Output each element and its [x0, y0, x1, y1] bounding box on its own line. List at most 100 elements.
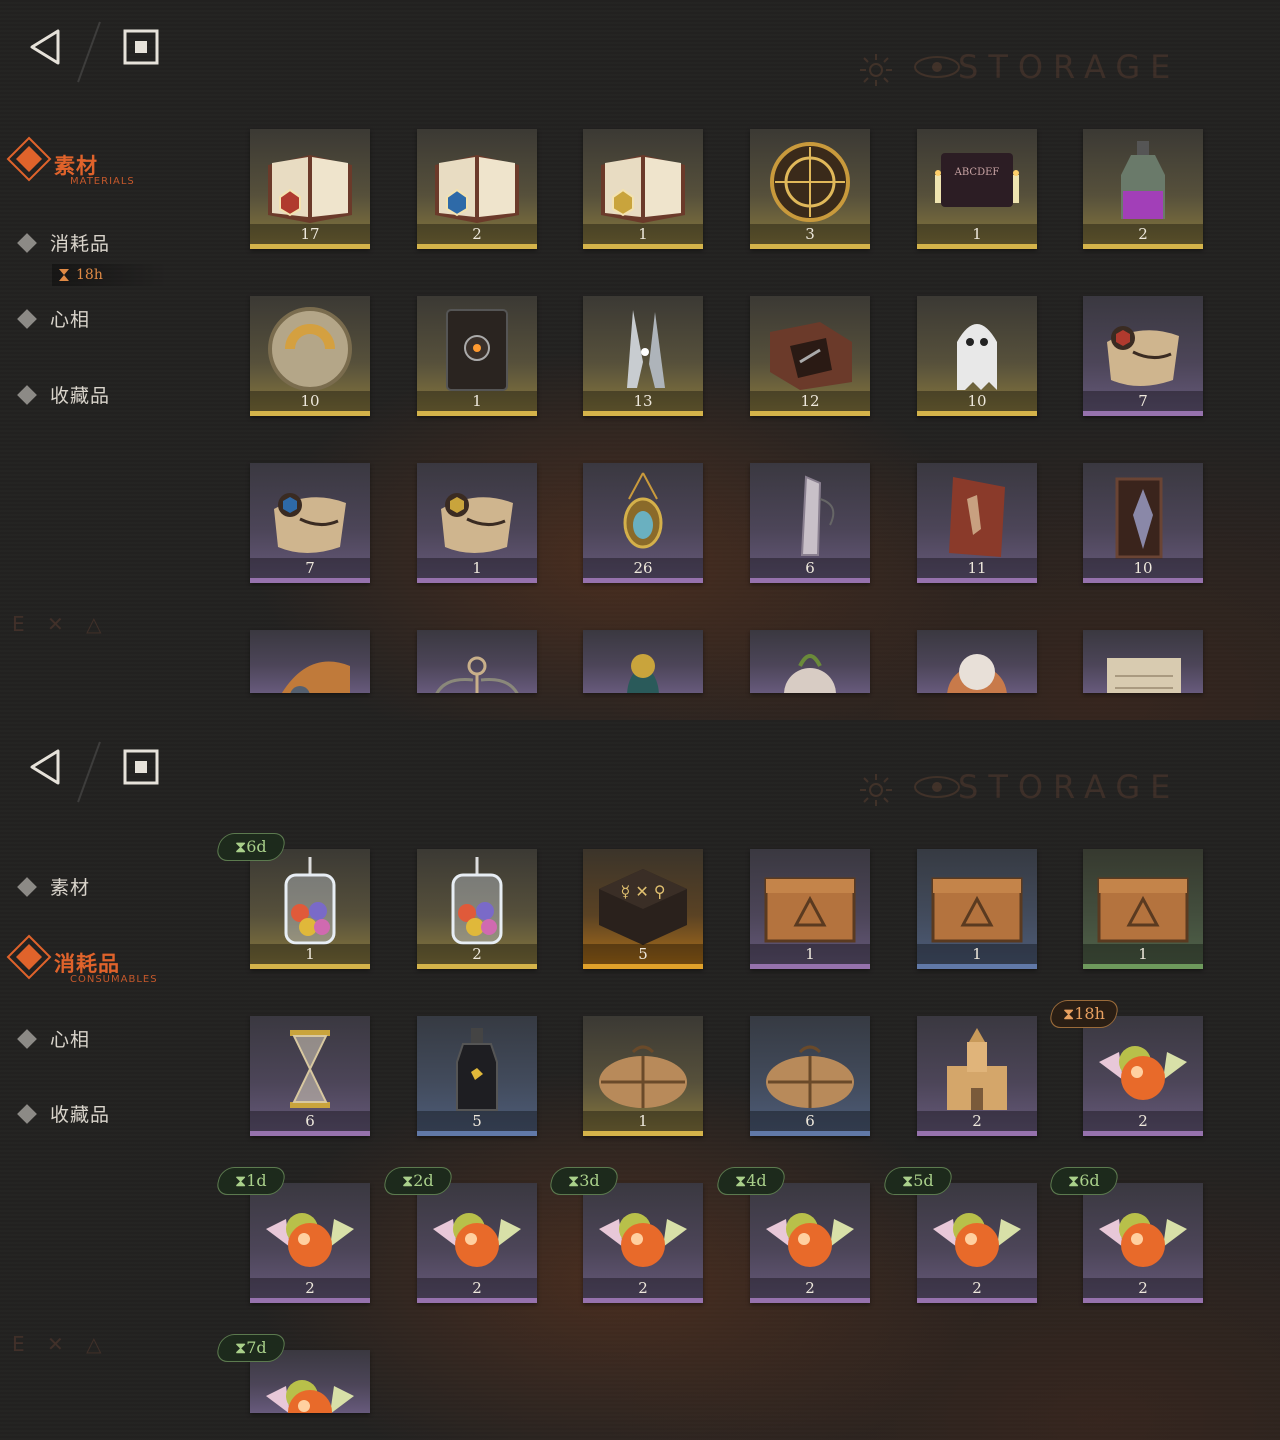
item-slot[interactable] — [583, 630, 703, 693]
timer-value: 3d — [579, 1171, 600, 1190]
category-materials[interactable]: 素材 MATERIALS — [6, 136, 134, 187]
item-slot[interactable]: 12 — [750, 296, 870, 416]
category-psychube[interactable]: 心相 — [14, 305, 90, 332]
rarity-bar — [417, 578, 537, 583]
item-slot[interactable]: 6 — [250, 1016, 370, 1136]
item-slot[interactable]: 2 — [917, 1183, 1037, 1303]
item-slot[interactable] — [417, 630, 537, 693]
timer-text: 18h — [76, 267, 103, 283]
item-count: 1 — [583, 224, 703, 244]
item-slot[interactable] — [917, 630, 1037, 693]
item-slot[interactable]: 10 — [917, 296, 1037, 416]
item-slot[interactable]: 1 — [583, 1016, 703, 1136]
category-collectibles[interactable]: 收藏品 — [14, 1100, 110, 1127]
item-slot[interactable]: 1 — [1083, 849, 1203, 969]
item-slot[interactable]: 1 — [417, 463, 537, 583]
back-triangle-icon — [30, 29, 60, 65]
rarity-bar — [417, 411, 537, 416]
back-button[interactable] — [20, 22, 70, 72]
category-psychube[interactable]: 心相 — [14, 1025, 90, 1052]
item-count: 1 — [1083, 944, 1203, 964]
timer-badge: ⧗4d — [714, 1167, 788, 1195]
back-button[interactable] — [20, 742, 70, 792]
item-slot[interactable]: 7 — [1083, 296, 1203, 416]
item-slot[interactable]: 10 — [250, 296, 370, 416]
item-slot[interactable] — [1083, 630, 1203, 693]
item-count: 2 — [1083, 224, 1203, 244]
item-count: 2 — [917, 1278, 1037, 1298]
item-slot[interactable] — [250, 630, 370, 693]
item-slot[interactable]: 1 — [417, 296, 537, 416]
item-slot[interactable]: 1 — [917, 849, 1037, 969]
hourglass-icon: ⧗ — [235, 837, 247, 856]
timer-value: 18h — [1074, 1004, 1105, 1023]
item-slot[interactable]: 2 — [417, 129, 537, 249]
item-count: 2 — [583, 1278, 703, 1298]
item-slot[interactable]: 2 — [417, 849, 537, 969]
item-slot[interactable]: ABCDEF 1 — [917, 129, 1037, 249]
hourglass-icon — [59, 269, 69, 281]
home-button[interactable] — [116, 742, 166, 792]
item-slot[interactable]: 17 — [250, 129, 370, 249]
item-count: 1 — [750, 944, 870, 964]
timer-value: 5d — [913, 1171, 934, 1190]
storage-decoration — [858, 52, 962, 88]
hourglass-icon: ⧗ — [1063, 1004, 1075, 1023]
item-slot[interactable]: 13 — [583, 296, 703, 416]
rarity-bar — [417, 1298, 537, 1303]
item-count: 6 — [250, 1111, 370, 1131]
timer-text: ⧗4d — [735, 1171, 767, 1191]
item-slot[interactable]: 1 — [750, 849, 870, 969]
category-materials[interactable]: 素材 — [14, 873, 90, 900]
item-count: 5 — [417, 1111, 537, 1131]
rarity-bar — [1083, 964, 1203, 969]
rarity-bar — [750, 1298, 870, 1303]
rarity-bar — [250, 964, 370, 969]
rarity-bar — [417, 964, 537, 969]
rarity-bar — [1083, 1131, 1203, 1136]
hourglass-icon: ⧗ — [902, 1171, 914, 1190]
watermark-symbols: E ✕ △ — [12, 1332, 110, 1356]
timer-text: ⧗6d — [1068, 1171, 1100, 1191]
category-consumables[interactable]: 消耗品 CONSUMABLES — [6, 934, 157, 985]
item-count: 2 — [1083, 1111, 1203, 1131]
item-count: 13 — [583, 391, 703, 411]
item-slot[interactable]: 2 — [1083, 129, 1203, 249]
item-slot[interactable]: 6 — [750, 463, 870, 583]
item-slot[interactable]: 2 — [1083, 1016, 1203, 1136]
item-slot[interactable] — [750, 630, 870, 693]
svg-text:☿ ✕ ⚲: ☿ ✕ ⚲ — [620, 882, 665, 901]
category-collectibles[interactable]: 收藏品 — [14, 381, 110, 408]
item-slot[interactable]: 26 — [583, 463, 703, 583]
timer-badge: ⧗6d — [214, 833, 288, 861]
item-slot[interactable]: 7 — [250, 463, 370, 583]
item-slot[interactable]: 2 — [417, 1183, 537, 1303]
rarity-bar — [917, 411, 1037, 416]
category-consumables[interactable]: 消耗品 — [14, 229, 110, 256]
rarity-bar — [917, 1131, 1037, 1136]
item-slot[interactable]: 1 — [583, 129, 703, 249]
rarity-bar — [250, 1298, 370, 1303]
rarity-bar — [1083, 578, 1203, 583]
item-slot[interactable]: 3 — [750, 129, 870, 249]
item-slot[interactable]: 11 — [917, 463, 1037, 583]
timer-text: ⧗7d — [235, 1338, 267, 1358]
rarity-bar — [750, 1131, 870, 1136]
item-slot[interactable]: 2 — [583, 1183, 703, 1303]
active-diamond-icon — [6, 136, 52, 182]
item-slot[interactable]: 2 — [250, 1183, 370, 1303]
consumables-timer: 18h — [52, 264, 168, 286]
item-slot[interactable]: 6 — [750, 1016, 870, 1136]
home-button[interactable] — [116, 22, 166, 72]
item-slot[interactable]: 5 — [417, 1016, 537, 1136]
rarity-bar — [750, 411, 870, 416]
item-slot[interactable]: ☿ ✕ ⚲ 5 — [583, 849, 703, 969]
timer-badge: ⧗6d — [1047, 1167, 1121, 1195]
item-slot[interactable]: 10 — [1083, 463, 1203, 583]
rarity-bar — [917, 244, 1037, 249]
item-slot[interactable]: 1 — [250, 849, 370, 969]
item-slot[interactable]: 2 — [750, 1183, 870, 1303]
item-slot[interactable]: 2 — [917, 1016, 1037, 1136]
storage-title: STORAGE — [958, 768, 1181, 806]
item-slot[interactable]: 2 — [1083, 1183, 1203, 1303]
